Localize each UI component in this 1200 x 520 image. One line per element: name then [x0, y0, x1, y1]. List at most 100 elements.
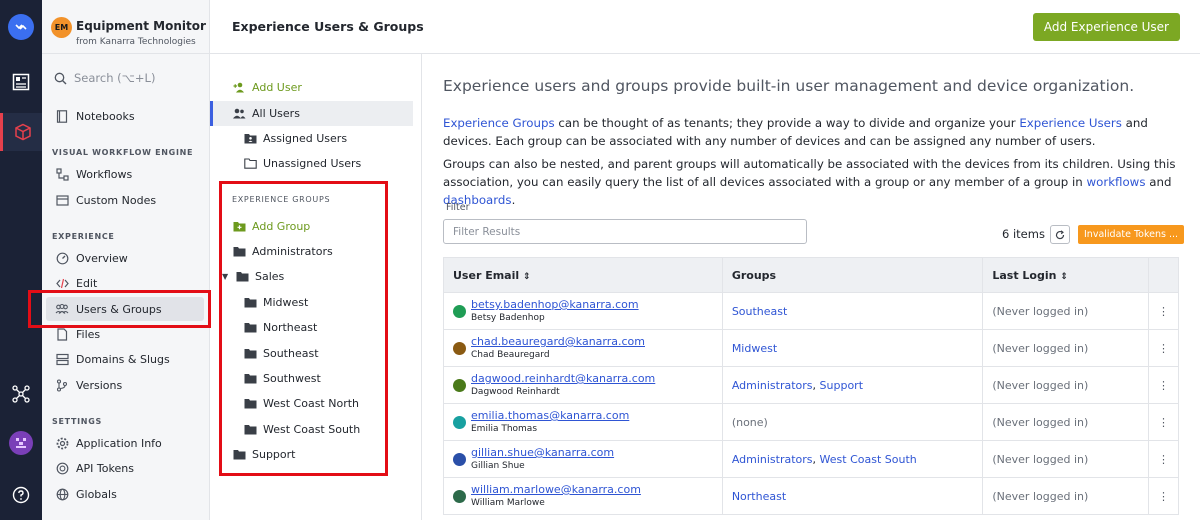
- row-actions-menu[interactable]: ⋮: [1148, 403, 1179, 441]
- add-user-icon: [232, 81, 246, 95]
- user-email-cell: william.marlowe@kanarra.com William Marlo…: [443, 477, 723, 515]
- workflows-link[interactable]: workflows: [1086, 175, 1145, 189]
- dashboard-icon: [12, 73, 30, 91]
- app-header[interactable]: EM Equipment Monitor from Kanarra Techno…: [42, 0, 210, 54]
- table-row[interactable]: william.marlowe@kanarra.com William Marlo…: [443, 477, 1179, 515]
- sidebar-item-edit[interactable]: Edit: [42, 271, 210, 295]
- sidebar-item-notebooks[interactable]: Notebooks: [42, 104, 210, 128]
- last-login-cell: (Never logged in): [982, 366, 1150, 404]
- intro-paragraph-2: Groups can also be nested, and parent gr…: [443, 157, 1176, 207]
- table-row[interactable]: gillian.shue@kanarra.com Gillian Shue Admi…: [443, 440, 1179, 478]
- last-login-cell: (Never logged in): [982, 403, 1150, 441]
- group-item-support[interactable]: Support: [210, 442, 413, 467]
- group-link[interactable]: Southeast: [732, 305, 788, 318]
- group-item-sales[interactable]: ▼ Sales: [210, 264, 413, 289]
- sidebar-item-custom-nodes[interactable]: Custom Nodes: [42, 188, 210, 212]
- group-item-west-coast-south[interactable]: West Coast South: [210, 417, 413, 442]
- user-email-link[interactable]: dagwood.reinhardt@kanarra.com: [471, 372, 655, 385]
- groups-cell: Southeast: [721, 292, 984, 330]
- dashboards-rail-button[interactable]: [0, 63, 42, 101]
- table-row[interactable]: chad.beauregard@kanarra.com Chad Beaurega…: [443, 329, 1179, 367]
- experience-groups-link[interactable]: Experience Groups: [443, 116, 555, 130]
- user-email-link[interactable]: william.marlowe@kanarra.com: [471, 483, 641, 496]
- user-email-cell: gillian.shue@kanarra.com Gillian Shue: [443, 440, 723, 478]
- user-email-link[interactable]: chad.beauregard@kanarra.com: [471, 335, 645, 348]
- add-experience-user-button[interactable]: Add Experience User: [1032, 13, 1180, 41]
- group-link[interactable]: Northeast: [732, 490, 786, 503]
- table-row[interactable]: emilia.thomas@kanarra.com Emilia Thomas (n…: [443, 403, 1179, 441]
- row-actions-menu[interactable]: ⋮: [1148, 366, 1179, 404]
- sidebar-item-files[interactable]: Files: [42, 322, 210, 346]
- page-header: Experience Users & Groups Add Experience…: [210, 0, 1200, 54]
- help-icon: [12, 486, 30, 504]
- unassigned-users-item[interactable]: Unassigned Users: [210, 151, 413, 176]
- user-full-name: Chad Beauregard: [471, 350, 550, 360]
- sidebar-item-api-tokens[interactable]: API Tokens: [42, 456, 210, 480]
- user-email-link[interactable]: betsy.badenhop@kanarra.com: [471, 298, 639, 311]
- integrations-rail-button[interactable]: [0, 375, 42, 413]
- home-logo-button[interactable]: [0, 8, 42, 46]
- user-avatar-button[interactable]: [0, 424, 42, 462]
- sidebar-section-settings: SETTINGS: [52, 417, 102, 426]
- folder-icon: [243, 397, 257, 411]
- groups-cell: Administrators, Support: [721, 366, 984, 404]
- filter-label: Filter: [446, 202, 470, 213]
- network-icon: [12, 385, 30, 403]
- intro-paragraph-1: Experience Groups can be thought of as t…: [443, 116, 1148, 148]
- refresh-button[interactable]: [1050, 225, 1070, 244]
- app-window: EM Equipment Monitor from Kanarra Techno…: [0, 0, 1200, 520]
- user-avatar-icon: [453, 304, 466, 318]
- row-actions-menu[interactable]: ⋮: [1148, 477, 1179, 515]
- group-item-southwest[interactable]: Southwest: [210, 366, 413, 391]
- table-row[interactable]: betsy.badenhop@kanarra.com Betsy Badenhop…: [443, 292, 1179, 330]
- app-name: Equipment Monitor: [76, 19, 206, 33]
- user-email-cell: emilia.thomas@kanarra.com Emilia Thomas: [443, 403, 723, 441]
- column-header-last-login[interactable]: Last Login ⇕: [982, 257, 1150, 293]
- group-link[interactable]: Support: [820, 379, 863, 392]
- last-login-cell: (Never logged in): [982, 292, 1150, 330]
- row-actions-menu[interactable]: ⋮: [1148, 292, 1179, 330]
- assigned-users-item[interactable]: Assigned Users: [210, 126, 413, 151]
- files-icon: [55, 327, 69, 341]
- sidebar-item-versions[interactable]: Versions: [42, 373, 210, 397]
- sidebar-item-users-groups[interactable]: Users & Groups: [46, 297, 204, 321]
- sidebar-item-workflows[interactable]: Workflows: [42, 162, 210, 186]
- custom-nodes-icon: [55, 193, 69, 207]
- table-row[interactable]: dagwood.reinhardt@kanarra.com Dagwood Rei…: [443, 366, 1179, 404]
- search-box[interactable]: Search (⌥+L): [54, 71, 155, 85]
- experience-users-link[interactable]: Experience Users: [1019, 116, 1122, 130]
- group-item-southeast[interactable]: Southeast: [210, 341, 413, 366]
- add-user-link[interactable]: Add User: [210, 75, 413, 100]
- column-header-user-email[interactable]: User Email ⇕: [443, 257, 723, 293]
- sidebar-item-application-info[interactable]: Application Info: [42, 431, 210, 455]
- group-item-administrators[interactable]: Administrators: [210, 239, 413, 264]
- add-group-link[interactable]: Add Group: [210, 214, 413, 239]
- user-email-link[interactable]: gillian.shue@kanarra.com: [471, 446, 614, 459]
- all-users-item[interactable]: All Users: [210, 101, 413, 126]
- add-folder-icon: [232, 220, 246, 234]
- group-link[interactable]: West Coast South: [820, 453, 917, 466]
- user-email-link[interactable]: emilia.thomas@kanarra.com: [471, 409, 629, 422]
- row-actions-menu[interactable]: ⋮: [1148, 440, 1179, 478]
- caret-down-icon[interactable]: ▼: [222, 272, 229, 281]
- group-item-midwest[interactable]: Midwest: [210, 290, 413, 315]
- globe-icon: [55, 487, 69, 501]
- sidebar-item-domains-slugs[interactable]: Domains & Slugs: [42, 347, 210, 371]
- last-login-cell: (Never logged in): [982, 329, 1150, 367]
- group-item-west-coast-north[interactable]: West Coast North: [210, 391, 413, 416]
- group-link[interactable]: Midwest: [732, 342, 777, 355]
- filter-input[interactable]: [443, 219, 807, 244]
- group-item-northeast[interactable]: Northeast: [210, 315, 413, 340]
- sidebar-item-overview[interactable]: Overview: [42, 246, 210, 270]
- invalidate-tokens-button[interactable]: Invalidate Tokens ...: [1078, 225, 1185, 244]
- row-actions-menu[interactable]: ⋮: [1148, 329, 1179, 367]
- group-link[interactable]: Administrators: [732, 379, 813, 392]
- help-rail-button[interactable]: [0, 476, 42, 514]
- folder-icon: [243, 347, 257, 361]
- group-link[interactable]: Administrators: [732, 453, 813, 466]
- user-full-name: Gillian Shue: [471, 461, 525, 471]
- workflow-icon: [55, 167, 69, 181]
- sidebar-item-globals[interactable]: Globals: [42, 482, 210, 506]
- user-avatar-icon: [453, 378, 466, 392]
- applications-rail-button[interactable]: [0, 113, 42, 151]
